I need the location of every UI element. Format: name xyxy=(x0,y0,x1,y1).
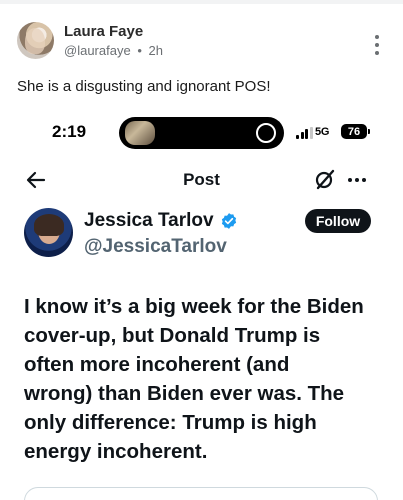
outer-post-time: 2h xyxy=(148,43,163,58)
dynamic-island xyxy=(119,117,284,149)
grok-icon[interactable] xyxy=(313,167,337,191)
island-indicator-icon xyxy=(256,123,276,143)
embedded-card[interactable] xyxy=(24,487,378,500)
battery-tip xyxy=(368,129,370,134)
tweet-text-line: wrong) than Biden ever was. The xyxy=(24,382,345,405)
battery-icon: 76 xyxy=(341,124,367,139)
follow-button[interactable]: Follow xyxy=(305,209,371,233)
tweet-author-handle[interactable]: @JessicaTarlov xyxy=(84,236,227,258)
network-type: 5G xyxy=(315,126,330,138)
status-bar: 2:19 5G 76 xyxy=(0,112,403,152)
tweet-text-line: energy incoherent. xyxy=(24,440,208,463)
nav-title: Post xyxy=(183,170,220,189)
cellular-signal-icon xyxy=(296,127,313,139)
meta-separator: • xyxy=(137,43,142,58)
outer-author-handle[interactable]: @laurafaye xyxy=(64,43,131,58)
kebab-vertical-icon[interactable] xyxy=(368,32,386,58)
tweet-author-name-row[interactable]: Jessica Tarlov xyxy=(84,210,238,232)
tweet-author-avatar[interactable] xyxy=(24,208,73,257)
more-horizontal-icon[interactable] xyxy=(348,178,366,182)
tweet-text-line: only difference: Trump is high xyxy=(24,411,317,434)
tweet-author-name[interactable]: Jessica Tarlov xyxy=(84,210,214,232)
nav-bar: Post xyxy=(0,162,403,198)
status-time: 2:19 xyxy=(52,122,87,141)
outer-post-meta: @laurafaye • 2h xyxy=(64,43,166,58)
tweet-text: I know it’s a big week for the Biden cov… xyxy=(24,292,384,466)
outer-author-name[interactable]: Laura Faye xyxy=(64,23,143,40)
tweet-text-line: I know it’s a big week for the Biden xyxy=(24,295,364,318)
outer-author-avatar[interactable] xyxy=(17,22,54,59)
outer-post-text: She is a disgusting and ignorant POS! xyxy=(17,78,271,95)
verified-badge-icon xyxy=(221,213,236,229)
tweet-text-line: often more incoherent (and xyxy=(24,353,290,376)
tweet-text-line: cover-up, but Donald Trump is xyxy=(24,324,321,347)
battery-level: 76 xyxy=(347,125,361,138)
now-playing-thumbnail xyxy=(125,121,155,145)
